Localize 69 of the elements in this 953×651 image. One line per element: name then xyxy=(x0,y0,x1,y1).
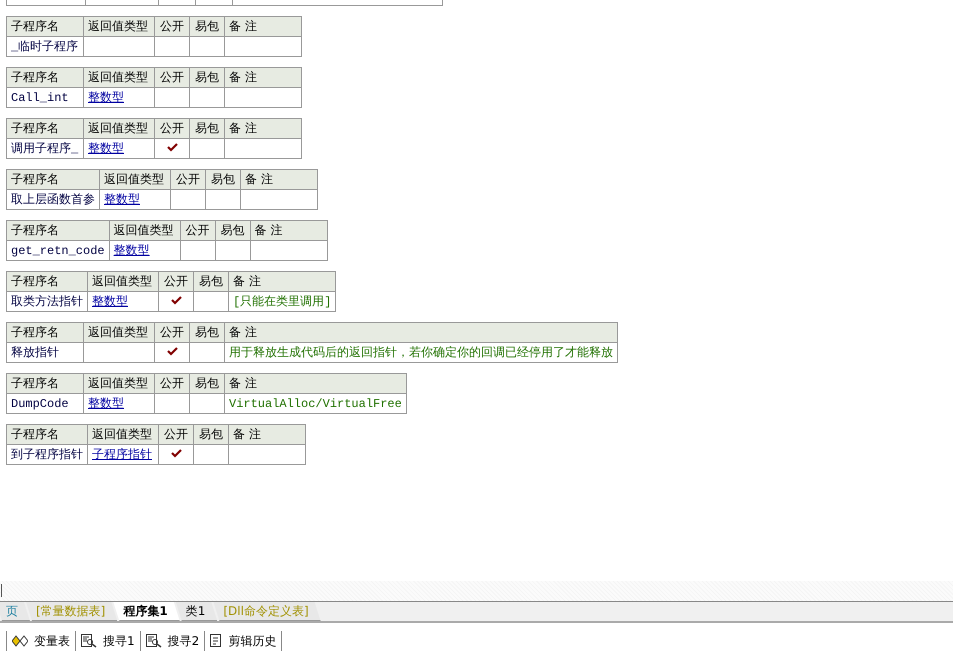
column-header: 易包 xyxy=(206,170,240,190)
column-header: 返回值类型 xyxy=(84,374,154,394)
column-header: 返回值类型 xyxy=(84,322,154,342)
column-header: 返回值类型 xyxy=(84,16,154,36)
column-header: 易包 xyxy=(190,68,224,88)
column-header: 子程序名 xyxy=(6,374,84,394)
panel-tab-button[interactable]: 剪辑历史 xyxy=(205,631,282,651)
tab[interactable]: 类1 xyxy=(176,602,218,621)
column-header: 备 注 xyxy=(228,272,336,292)
tab[interactable]: 页 xyxy=(0,602,30,621)
column-header: 公开 xyxy=(154,374,190,394)
column-header: 公开 xyxy=(170,170,206,190)
column-header: 备 注 xyxy=(224,118,302,138)
panel-tab-button[interactable]: 搜寻1 xyxy=(76,631,141,651)
column-header: 子程序名 xyxy=(6,118,84,138)
diamonds-icon xyxy=(12,635,28,647)
column-header: 备 注 xyxy=(240,170,318,190)
column-header: 公开 xyxy=(158,272,194,292)
column-header: 公开 xyxy=(154,16,190,36)
column-header: 公开 xyxy=(158,424,194,444)
subroutine-name-cell: get_retn_code xyxy=(6,240,110,260)
notes-cell: [只能在类里调用] xyxy=(228,292,336,312)
column-header: 子程序名 xyxy=(6,68,84,88)
column-header: 易包 xyxy=(190,374,224,394)
subroutine-name-cell: 释放指针 xyxy=(6,342,84,362)
column-header: 易包 xyxy=(190,118,224,138)
column-header: 公开 xyxy=(154,118,190,138)
subroutine-name-cell: Call_int xyxy=(6,88,84,108)
subroutine-name-cell: 取上层函数首参 xyxy=(6,190,100,210)
column-header: 易包 xyxy=(190,16,224,36)
column-header: 子程序名 xyxy=(6,322,84,342)
column-header: 返回值类型 xyxy=(100,170,170,190)
subroutine-name-cell: _临时子程序 xyxy=(6,36,84,56)
column-header: 返回值类型 xyxy=(84,68,154,88)
column-header: 子程序名 xyxy=(6,170,100,190)
tab[interactable]: 程序集1 xyxy=(113,602,180,621)
column-header: 易包 xyxy=(194,272,228,292)
column-header: 易包 xyxy=(190,322,224,342)
subroutine-name-cell: 到子程序指针 xyxy=(6,444,88,464)
column-header: 备 注 xyxy=(224,374,406,394)
column-header: 备 注 xyxy=(250,220,328,240)
column-header: 公开 xyxy=(180,220,216,240)
column-header: 公开 xyxy=(154,68,190,88)
column-header: 子程序名 xyxy=(6,272,88,292)
panel-tab-button[interactable]: 搜寻2 xyxy=(140,631,206,651)
subroutine-name-cell: DumpCode xyxy=(6,394,84,414)
column-header: 返回值类型 xyxy=(88,424,158,444)
subroutine-name-cell: 取类方法指针 xyxy=(6,292,88,312)
magnifier-document-icon xyxy=(81,634,97,648)
column-header: 易包 xyxy=(215,220,250,240)
text-caret xyxy=(1,584,2,597)
column-header: 返回值类型 xyxy=(109,220,180,240)
panel-tab-button[interactable]: 变量表 xyxy=(7,631,76,651)
subroutine-name-cell: 调用子程序_ xyxy=(6,138,84,158)
column-header: 易包 xyxy=(194,424,228,444)
column-header: 返回值类型 xyxy=(84,118,154,138)
column-header: 备 注 xyxy=(224,322,618,342)
document-icon xyxy=(210,634,222,648)
column-header: 子程序名 xyxy=(6,424,88,444)
notes-cell: 用于释放生成代码后的返回指针，若你确定你的回调已经停用了才能释放 xyxy=(224,342,618,362)
magnifier-document-icon xyxy=(146,634,162,648)
column-header: 子程序名 xyxy=(6,16,84,36)
column-header: 备 注 xyxy=(228,424,306,444)
notes-cell: VirtualAlloc/VirtualFree xyxy=(224,394,406,414)
column-header: 子程序名 xyxy=(6,220,110,240)
column-header: 返回值类型 xyxy=(88,272,158,292)
column-header: 备 注 xyxy=(224,16,302,36)
column-header: 备 注 xyxy=(224,68,302,88)
column-header: 公开 xyxy=(154,322,190,342)
